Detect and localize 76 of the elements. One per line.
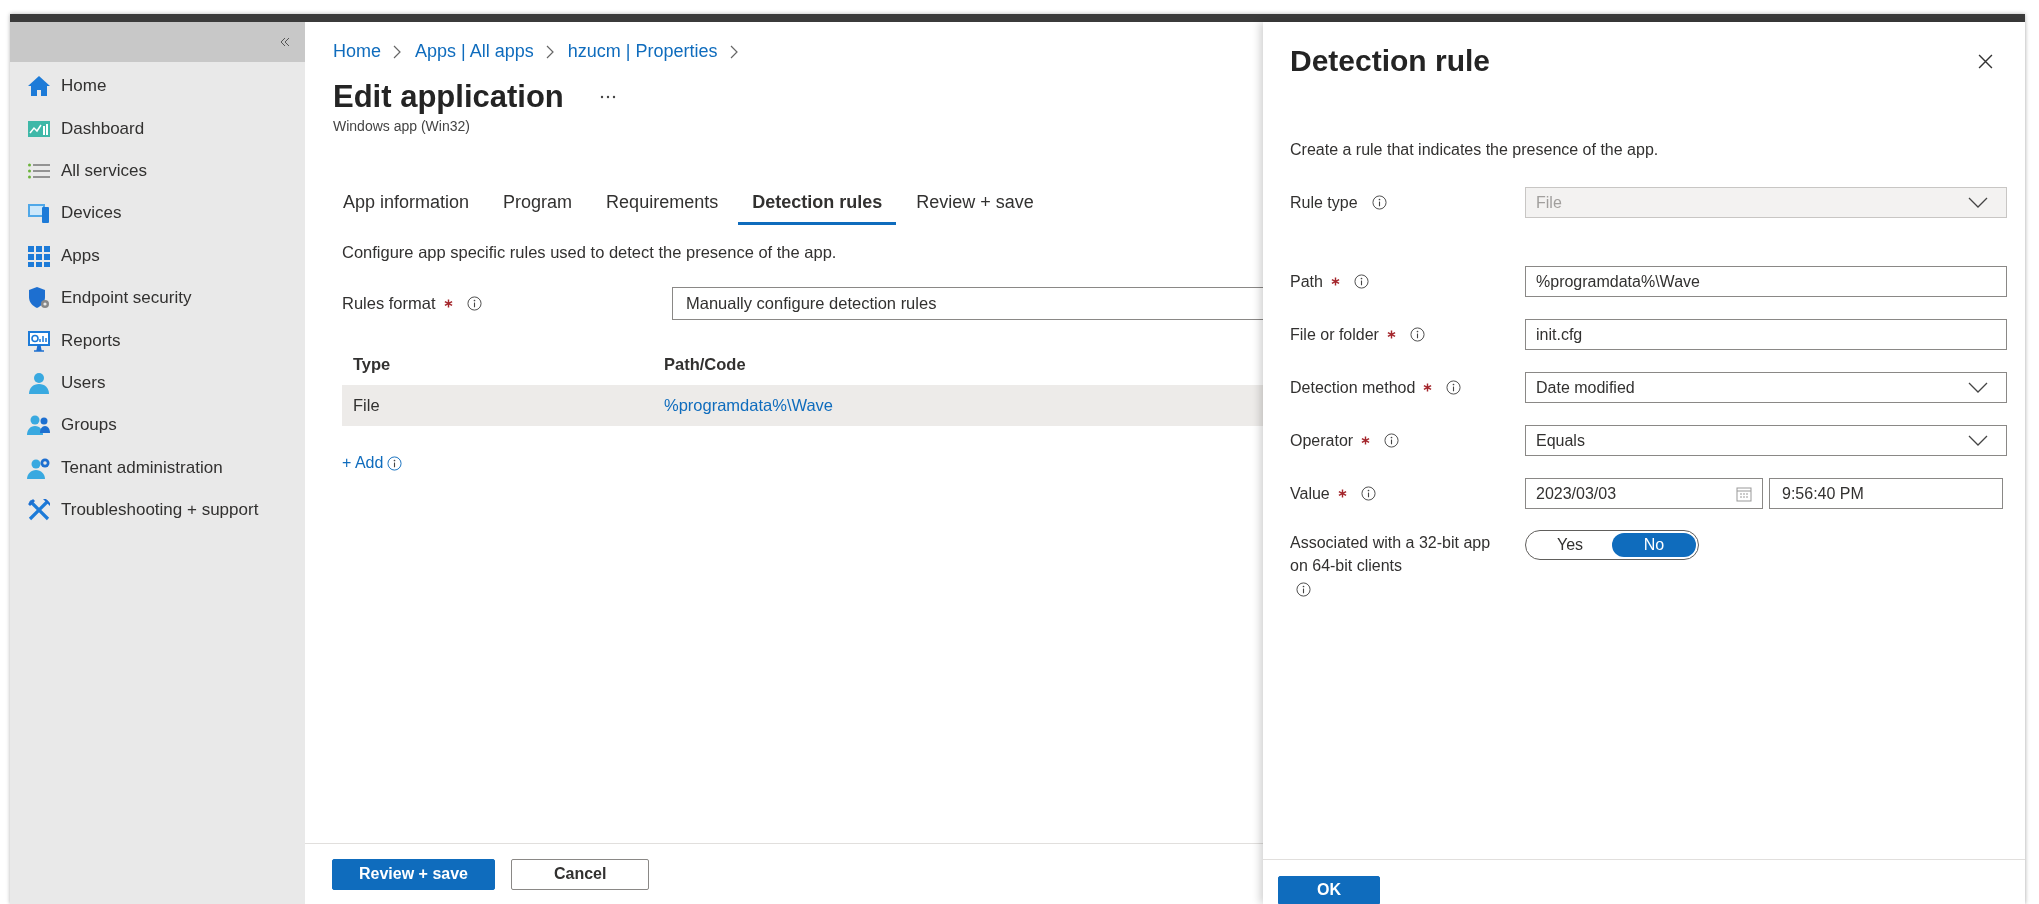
dropdown[interactable]: Equals: [1525, 425, 2007, 456]
panel-description: Create a rule that indicates the presence of the app.: [1290, 141, 1660, 159]
info-icon[interactable]: [1371, 195, 1387, 210]
monitor-icon: [27, 328, 51, 353]
sidebar-item[interactable]: Devices: [10, 192, 305, 235]
field-label: Path: [1290, 272, 1323, 291]
tools-icon: [27, 498, 51, 523]
field-label: Value: [1290, 484, 1330, 503]
field-label: Detection method: [1290, 378, 1416, 397]
table-cell-text: File: [352, 396, 381, 415]
primary-button[interactable]: Review + save: [332, 858, 495, 890]
sidebar-item[interactable]: Tenant administration: [10, 446, 305, 489]
text-field[interactable]: %programdata%\Wave: [1525, 266, 2007, 297]
group-icon: [27, 413, 51, 438]
devices-icon: [27, 201, 51, 226]
description-text: Configure app specific rules used to detect the presence of the app.: [342, 243, 838, 262]
info-icon[interactable]: [1446, 380, 1462, 395]
collapse-icon[interactable]: [279, 37, 291, 47]
field-label: Operator: [1290, 431, 1354, 450]
chevron-down-icon: [1968, 196, 1988, 209]
tab[interactable]: Program: [489, 182, 587, 225]
tab[interactable]: App information: [336, 182, 484, 225]
grid-icon: [27, 243, 51, 268]
sidebar-item[interactable]: Users: [10, 361, 305, 405]
rules-format-dropdown[interactable]: Manually configure detection rules: [672, 287, 1263, 320]
chevron-right-icon: [393, 44, 401, 59]
field-label: Rule type: [1290, 193, 1358, 212]
sidebar-item[interactable]: Groups: [10, 404, 305, 447]
close-icon[interactable]: [1978, 53, 1993, 69]
column-header: Path/Code: [663, 355, 746, 374]
sidebar-item[interactable]: Troubleshooting + support: [10, 488, 305, 532]
sidebar-item[interactable]: Home: [10, 65, 305, 108]
info-icon[interactable]: [1384, 433, 1400, 448]
user-icon: [27, 370, 51, 395]
more-icon[interactable]: [599, 95, 616, 99]
breadcrumb-link[interactable]: Home: [333, 41, 381, 62]
toggle-option[interactable]: No: [1612, 533, 1696, 557]
page-title: Edit application: [333, 79, 564, 115]
info-icon[interactable]: [1296, 582, 1311, 598]
sidebar-item[interactable]: All services: [10, 149, 305, 193]
breadcrumb-link[interactable]: hzucm | Properties: [567, 41, 718, 62]
dropdown[interactable]: Date modified: [1525, 372, 2007, 403]
sidebar-item[interactable]: Reports: [10, 319, 305, 362]
info-icon[interactable]: [1409, 327, 1425, 342]
add-link[interactable]: + Add: [342, 454, 384, 472]
field-label: Associated with a 32-bit app on 64-bit clients: [1290, 533, 1492, 576]
sidebar-item[interactable]: Apps: [10, 234, 305, 277]
info-icon[interactable]: [1360, 486, 1376, 501]
chevron-down-icon: [1968, 381, 1988, 394]
toggle-option[interactable]: Yes: [1528, 533, 1612, 557]
home-icon: [27, 74, 51, 99]
info-icon[interactable]: [1353, 274, 1369, 289]
chevron-right-icon: [545, 44, 554, 59]
tab[interactable]: Detection rules: [738, 182, 897, 225]
info-icon[interactable]: [387, 455, 403, 471]
date-field[interactable]: 2023/03/03: [1525, 478, 1763, 509]
panel-title: Detection rule: [1290, 44, 1491, 78]
tab[interactable]: Requirements: [592, 182, 733, 225]
column-header: Type: [352, 355, 392, 374]
sidebar-item[interactable]: Endpoint security: [10, 276, 305, 320]
chevron-down-icon: [1968, 434, 1988, 447]
tab[interactable]: Review + save: [902, 182, 1048, 225]
field-label: File or folder: [1290, 325, 1379, 344]
info-icon[interactable]: [466, 296, 482, 311]
primary-button[interactable]: OK: [1278, 876, 1380, 904]
shield-icon: [27, 286, 51, 311]
text-field[interactable]: init.cfg: [1525, 319, 2007, 350]
time-field[interactable]: 9:56:40 PM: [1769, 478, 2003, 509]
field-label: Rules format: [342, 294, 436, 313]
page-subtitle: Windows app (Win32): [333, 118, 471, 134]
breadcrumb-link[interactable]: Apps | All apps: [415, 41, 534, 62]
sidebar-item[interactable]: Dashboard: [10, 107, 305, 150]
cancel-button[interactable]: Cancel: [510, 858, 650, 890]
chevron-right-icon: [729, 44, 738, 59]
table-cell-text: %programdata%\Wave: [663, 396, 834, 415]
table-row[interactable]: File %programdata%\Wave: [342, 385, 1263, 426]
